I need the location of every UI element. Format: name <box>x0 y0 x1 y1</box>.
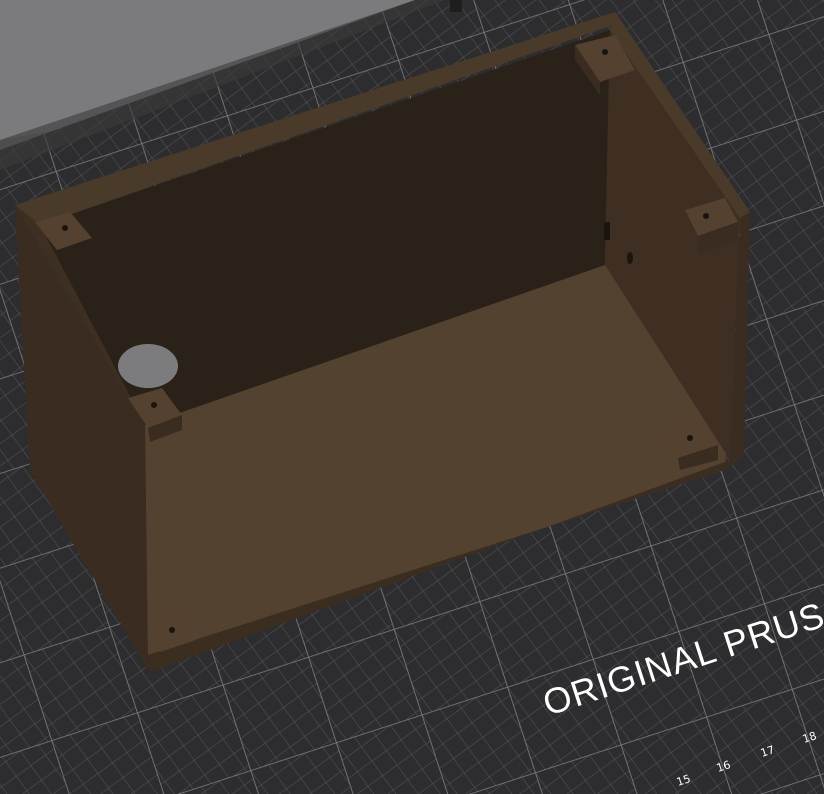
bed-post-icon <box>450 0 462 12</box>
wall-slot <box>627 252 633 264</box>
3d-viewport[interactable]: ORIGINAL PRUSA 15 16 17 18 <box>0 0 824 794</box>
wall-hole <box>118 344 178 388</box>
scene-svg[interactable]: ORIGINAL PRUSA 15 16 17 18 <box>0 0 824 794</box>
wall-slot <box>604 222 610 240</box>
